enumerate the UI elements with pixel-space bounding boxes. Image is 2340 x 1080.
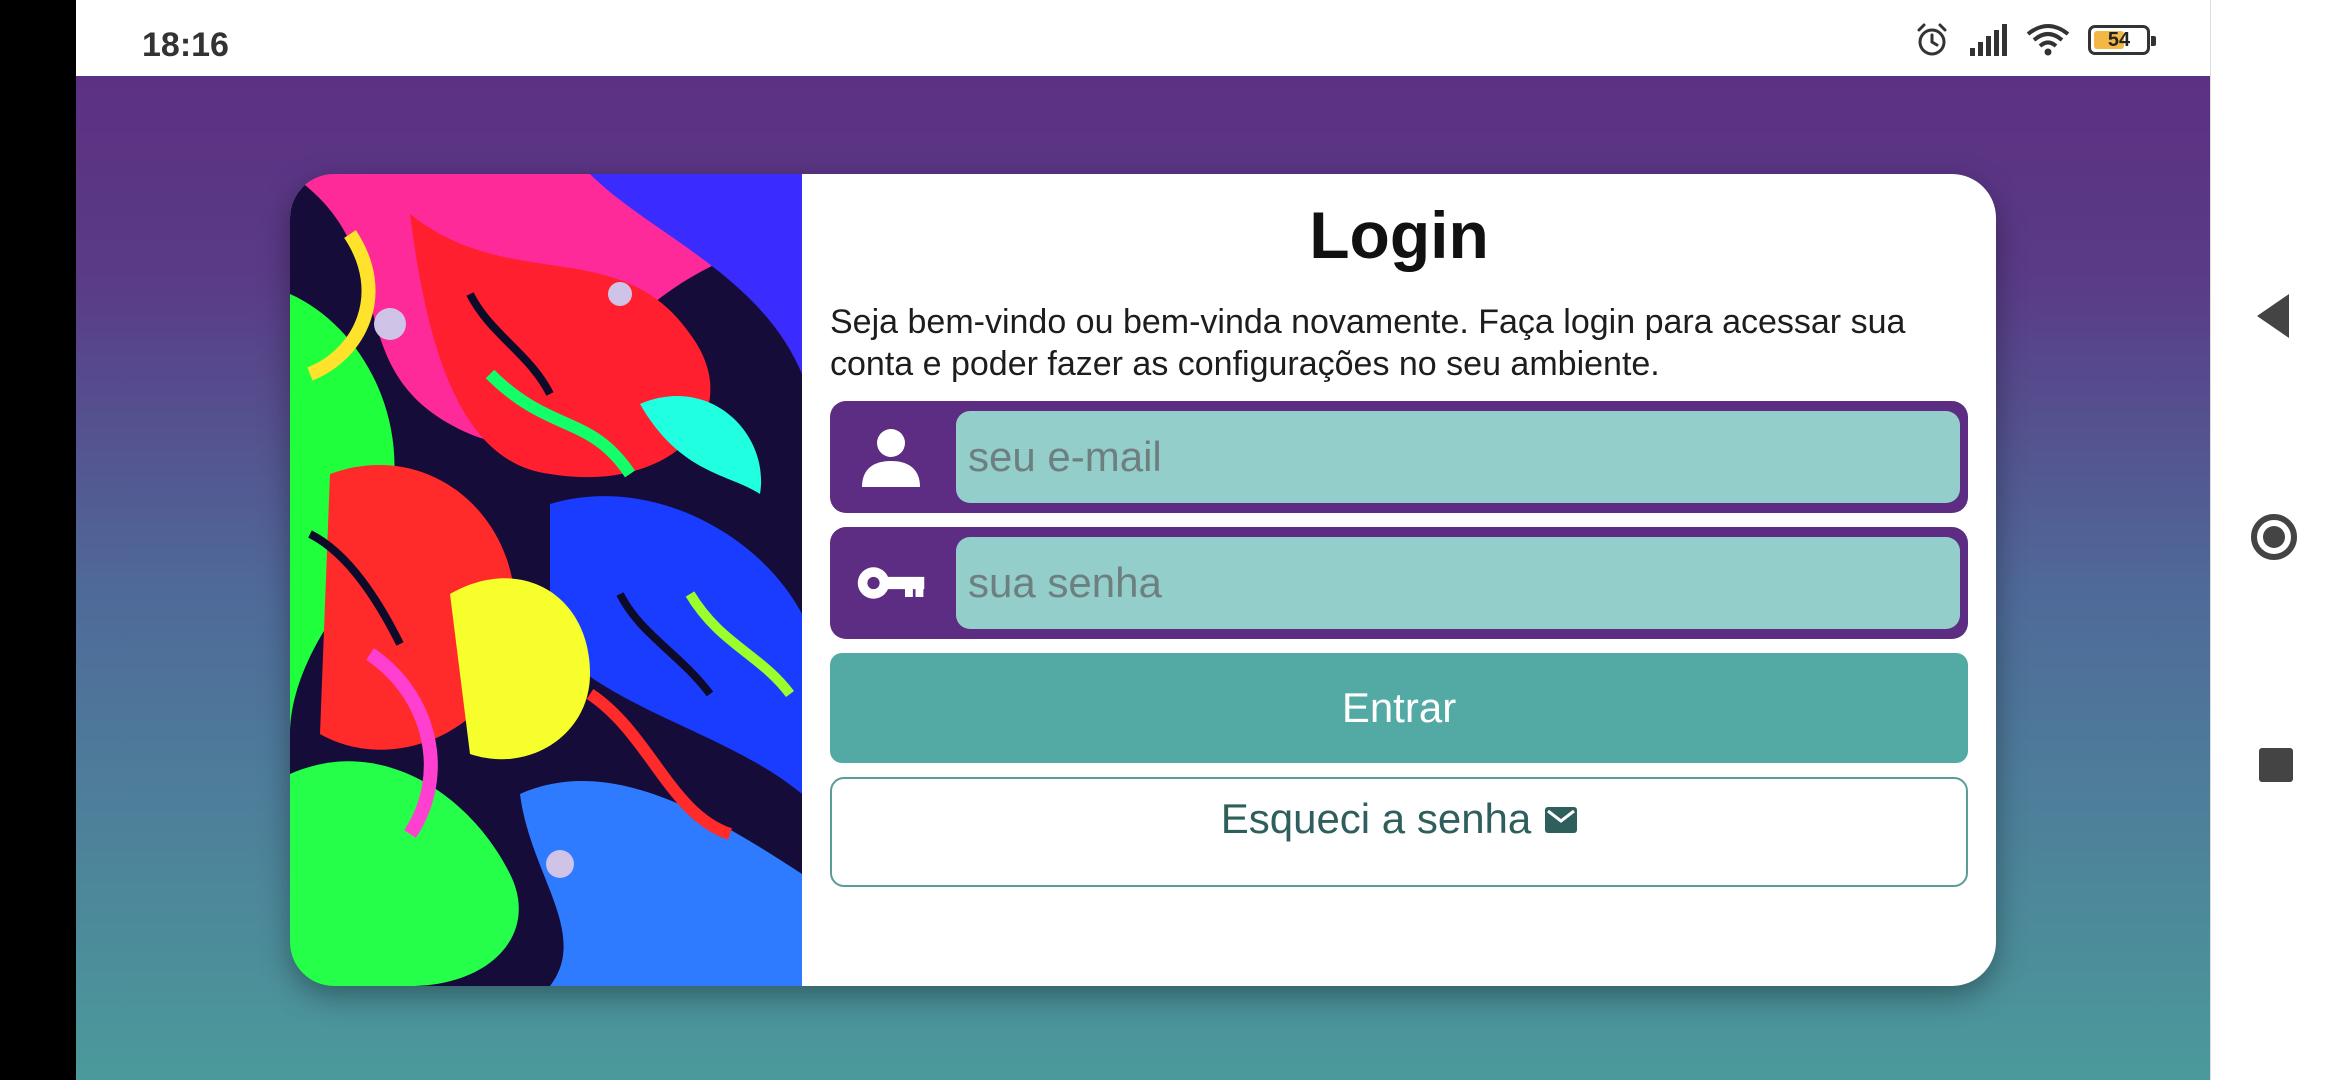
login-form: Login Seja bem-vindo ou bem-vinda novame… (830, 174, 1968, 888)
person-icon (862, 429, 920, 488)
left-bezel (0, 0, 76, 1080)
battery-tip (2151, 36, 2156, 46)
wifi-icon (2026, 24, 2070, 56)
password-field-group (830, 527, 1968, 640)
key-icon (857, 567, 925, 599)
login-card: Login Seja bem-vindo ou bem-vinda novame… (290, 174, 1996, 986)
email-input[interactable] (956, 411, 1960, 504)
recents-icon[interactable] (2259, 748, 2293, 782)
forgot-password-label: Esqueci a senha (1220, 795, 1532, 843)
battery-level: 54 (2107, 29, 2131, 51)
login-title: Login (1309, 198, 1489, 272)
app-screen: 18:16 54 Login Seja bem-vindo ou bem-vin… (76, 0, 2210, 1080)
home-icon[interactable] (2251, 514, 2297, 560)
signal-icon (1970, 24, 2007, 56)
abstract-art-image (290, 174, 802, 986)
email-field-group (830, 401, 1968, 514)
navigation-bar (2210, 0, 2340, 1080)
back-icon[interactable] (2257, 294, 2289, 338)
password-input[interactable] (956, 537, 1960, 630)
alarm-icon (1917, 23, 1947, 56)
battery-icon: 54 (2088, 25, 2156, 55)
status-time: 18:16 (142, 26, 229, 64)
mail-icon (1545, 807, 1578, 834)
login-description: Seja bem-vindo ou bem-vinda novamente. F… (830, 303, 1906, 384)
forgot-password-button[interactable]: Esqueci a senha (830, 777, 1968, 888)
status-icons: 54 (1914, 22, 2156, 58)
login-submit-button[interactable]: Entrar (830, 653, 1968, 764)
status-bar: 18:16 54 (76, 0, 2210, 76)
